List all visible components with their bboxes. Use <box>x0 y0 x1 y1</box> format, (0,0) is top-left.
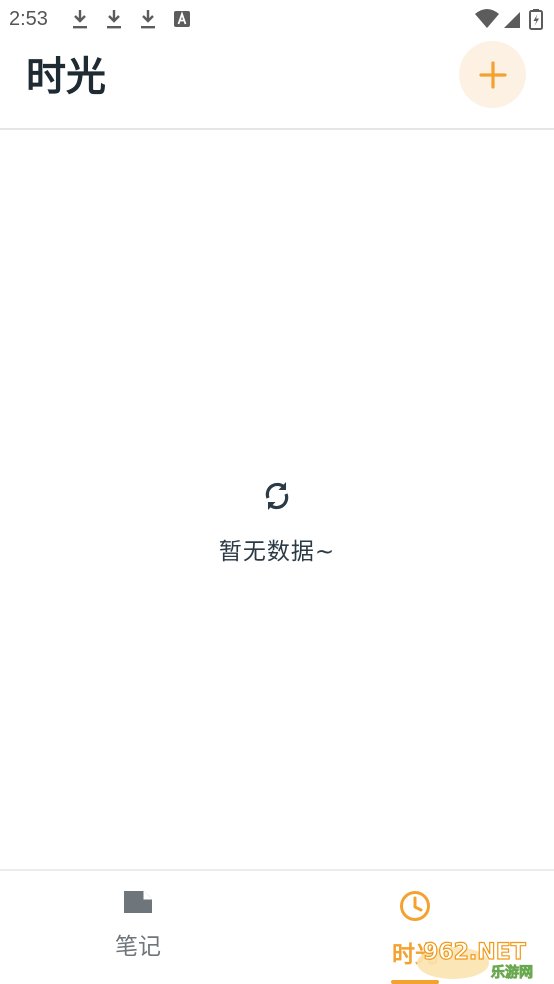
download-icon <box>107 10 121 29</box>
add-button[interactable] <box>459 41 526 108</box>
page-title: 时光 <box>26 54 106 100</box>
cell-signal-icon <box>504 12 520 28</box>
status-bar: 2:53 <box>0 0 554 38</box>
watermark-text-main: 962.NET <box>423 940 526 965</box>
watermark-logo: 962.NET 乐游网 <box>417 939 533 981</box>
app-header: 时光 <box>0 38 554 130</box>
app-notification-icon <box>174 11 190 27</box>
wifi-icon <box>475 9 499 28</box>
clock-icon <box>400 891 430 921</box>
note-icon <box>124 891 152 913</box>
nav-label-notes: 笔记 <box>115 934 161 960</box>
app-screen: 2:53 时光 暂无数据~ 笔记 时光 962.NET 乐游网 <box>0 0 554 984</box>
plus-icon <box>478 60 507 89</box>
nav-item-notes[interactable]: 笔记 <box>58 889 218 961</box>
watermark-text-sub: 乐游网 <box>491 964 533 981</box>
download-icon <box>141 10 155 29</box>
download-icon <box>73 10 87 29</box>
refresh-icon <box>265 482 289 510</box>
empty-state: 暂无数据~ <box>0 478 554 566</box>
status-time: 2:53 <box>9 8 48 30</box>
battery-icon <box>529 9 543 30</box>
empty-state-text: 暂无数据~ <box>218 539 336 565</box>
